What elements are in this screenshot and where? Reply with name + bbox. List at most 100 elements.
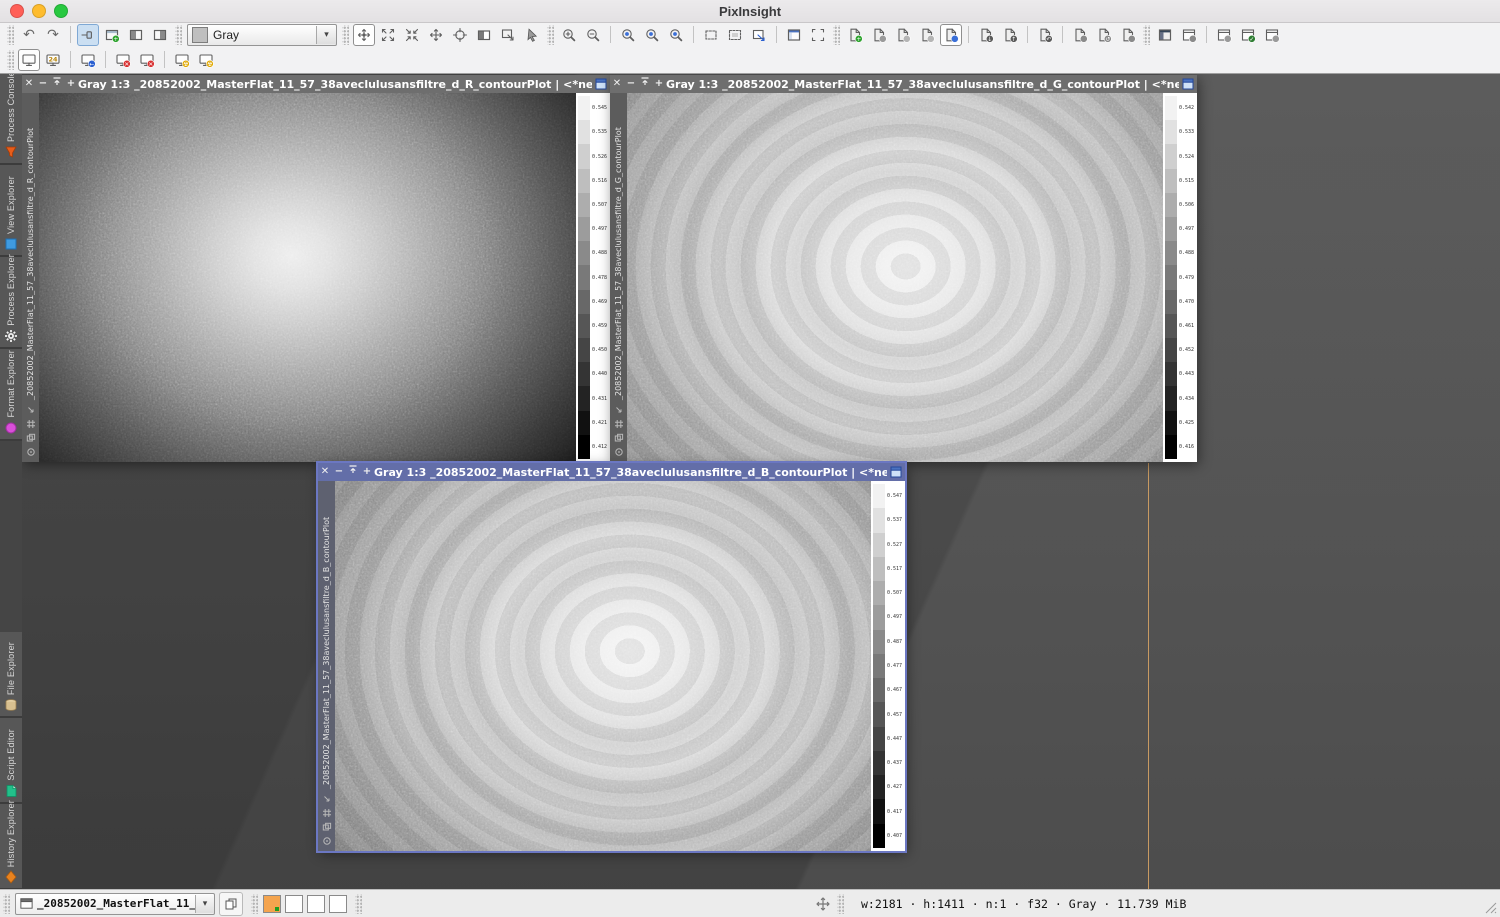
sidebar-tab-process-console[interactable]: Process Console — [0, 73, 22, 165]
sidebar-tab-file-explorer[interactable]: File Explorer — [0, 632, 22, 718]
close-button[interactable]: ✕ — [610, 75, 624, 93]
selection-rect-button[interactable] — [700, 24, 722, 46]
zoom-selection-button[interactable] — [665, 24, 687, 46]
gray-mode-dropdown[interactable]: Gray▾ — [187, 24, 337, 46]
image-settings-button[interactable] — [1069, 24, 1091, 46]
image-close-button[interactable] — [916, 24, 938, 46]
sidebar-tab-view-explorer[interactable]: View Explorer — [0, 165, 22, 257]
zoom-window-button[interactable]: + — [360, 463, 374, 481]
dropdown-arrow-icon[interactable]: ▾ — [316, 26, 336, 44]
selection-arrow-icon[interactable] — [322, 794, 332, 804]
image-window-b[interactable]: ✕−+Gray 1:3 _20852002_MasterFlat_11_57_3… — [318, 463, 905, 851]
toolbar-drag-handle[interactable] — [833, 25, 840, 45]
shade-button[interactable] — [638, 75, 652, 93]
sidebar-tab-script-editor[interactable]: Script Editor — [0, 718, 22, 804]
target-icon[interactable] — [614, 447, 624, 457]
duplicate-icon[interactable] — [26, 433, 36, 443]
expand-canvas-button[interactable] — [497, 24, 519, 46]
shrink-window-button[interactable] — [401, 24, 423, 46]
view-selector-dropdown[interactable]: _20852002_MasterFlat_11_57_38ave ▾ — [15, 893, 215, 915]
image-revert-button[interactable]: ↶ — [1034, 24, 1056, 46]
toolbar-drag-handle[interactable] — [7, 50, 14, 70]
sidebar-tab-process-explorer[interactable]: Process Explorer — [0, 257, 22, 349]
selection-arrow-icon[interactable] — [614, 405, 624, 415]
window-find-button[interactable] — [1261, 24, 1283, 46]
new-window-button[interactable]: + — [101, 24, 123, 46]
shade-button[interactable] — [346, 463, 360, 481]
selection-arrow-icon[interactable] — [26, 405, 36, 415]
traffic-minimize-button[interactable] — [32, 4, 46, 18]
sidebar-tab-format-explorer[interactable]: Format Explorer — [0, 349, 22, 441]
toolbar-drag-handle[interactable] — [342, 25, 349, 45]
undo-button[interactable]: ↶ — [18, 24, 40, 46]
pan-mode-button[interactable] — [353, 24, 375, 46]
resize-grip[interactable] — [1484, 901, 1498, 915]
contrast-panel-button[interactable] — [473, 24, 495, 46]
statusbar-handle-4[interactable] — [837, 894, 844, 914]
color-swatch-4[interactable] — [329, 895, 347, 913]
toolbar-drag-handle[interactable] — [7, 25, 14, 45]
window-side-strip[interactable]: _20852002_MasterFlat_11_57_38aveclulusan… — [318, 481, 335, 851]
window-menu-button[interactable] — [1179, 78, 1197, 90]
image-new-button[interactable]: + — [844, 24, 866, 46]
contour-plot-canvas[interactable] — [627, 93, 1163, 462]
contour-plot-canvas[interactable] — [39, 93, 576, 462]
image-save-button[interactable]: ↓ — [975, 24, 997, 46]
window-menu-button[interactable] — [592, 78, 610, 90]
move-window-button[interactable] — [425, 24, 447, 46]
crop-frame-icon[interactable] — [26, 419, 36, 429]
crop-frame-icon[interactable] — [614, 419, 624, 429]
zoom-window-button[interactable]: + — [64, 75, 78, 93]
image-window-g[interactable]: ✕−+Gray 1:3 _20852002_MasterFlat_11_57_3… — [610, 75, 1197, 462]
screen-default-button[interactable] — [18, 49, 40, 71]
zoom-fit-button[interactable] — [641, 24, 663, 46]
select-cursor-button[interactable] — [521, 24, 543, 46]
screen-stf-all-button[interactable]: ☢ — [195, 49, 217, 71]
redo-button[interactable]: ↷ — [42, 24, 64, 46]
contour-plot-canvas[interactable] — [335, 481, 871, 851]
statusbar-handle[interactable] — [3, 894, 10, 914]
workspace-settings-button[interactable] — [1178, 24, 1200, 46]
workspace-panel-button[interactable] — [1154, 24, 1176, 46]
window-titlebar[interactable]: ✕−+Gray 1:3 _20852002_MasterFlat_11_57_3… — [22, 75, 610, 93]
image-edit-button[interactable] — [868, 24, 890, 46]
window-side-strip[interactable]: _20852002_MasterFlat_11_57_38aveclulusan… — [22, 93, 39, 462]
toolbar-drag-handle[interactable] — [1143, 25, 1150, 45]
window-side-strip[interactable]: _20852002_MasterFlat_11_57_38aveclulusan… — [610, 93, 627, 462]
view-selector-arrow-button[interactable]: ▾ — [195, 895, 214, 913]
duplicate-icon[interactable] — [322, 822, 332, 832]
dock-window-right-button[interactable] — [149, 24, 171, 46]
screen-reset-all-button[interactable]: ✕ — [136, 49, 158, 71]
target-icon[interactable] — [322, 836, 332, 846]
minimize-button[interactable]: − — [36, 75, 50, 93]
minimize-button[interactable]: − — [624, 75, 638, 93]
window-edit-button[interactable] — [1213, 24, 1235, 46]
color-swatch-active[interactable] — [263, 895, 281, 913]
split-panel-button[interactable] — [783, 24, 805, 46]
pin-view-button[interactable] — [77, 24, 99, 46]
image-copy-button[interactable] — [892, 24, 914, 46]
minimize-button[interactable]: − — [332, 463, 346, 481]
image-mask-button[interactable] — [1117, 24, 1139, 46]
color-swatch-2[interactable] — [285, 895, 303, 913]
zoom-out-button[interactable] — [582, 24, 604, 46]
traffic-close-button[interactable] — [10, 4, 24, 18]
statusbar-handle-3[interactable] — [355, 894, 362, 914]
sidebar-tab-history-explorer[interactable]: History Explorer — [0, 804, 22, 890]
crop-frame-icon[interactable] — [322, 808, 332, 818]
screen-reset-button[interactable]: ✕ — [112, 49, 134, 71]
toolbar-drag-handle[interactable] — [547, 25, 554, 45]
frame-select-button[interactable] — [807, 24, 829, 46]
center-view-button[interactable] — [449, 24, 471, 46]
dock-window-left-button[interactable] — [125, 24, 147, 46]
zoom-actual-button[interactable] — [617, 24, 639, 46]
window-verify-button[interactable]: ✓ — [1237, 24, 1259, 46]
color-swatch-3[interactable] — [307, 895, 325, 913]
traffic-zoom-button[interactable] — [54, 4, 68, 18]
duplicate-icon[interactable] — [614, 433, 624, 443]
statusbar-handle-2[interactable] — [251, 894, 258, 914]
compare-views-button[interactable] — [219, 892, 243, 916]
fit-window-button[interactable] — [377, 24, 399, 46]
toolbar-drag-handle[interactable] — [175, 25, 182, 45]
move-tool-icon[interactable] — [815, 896, 831, 912]
